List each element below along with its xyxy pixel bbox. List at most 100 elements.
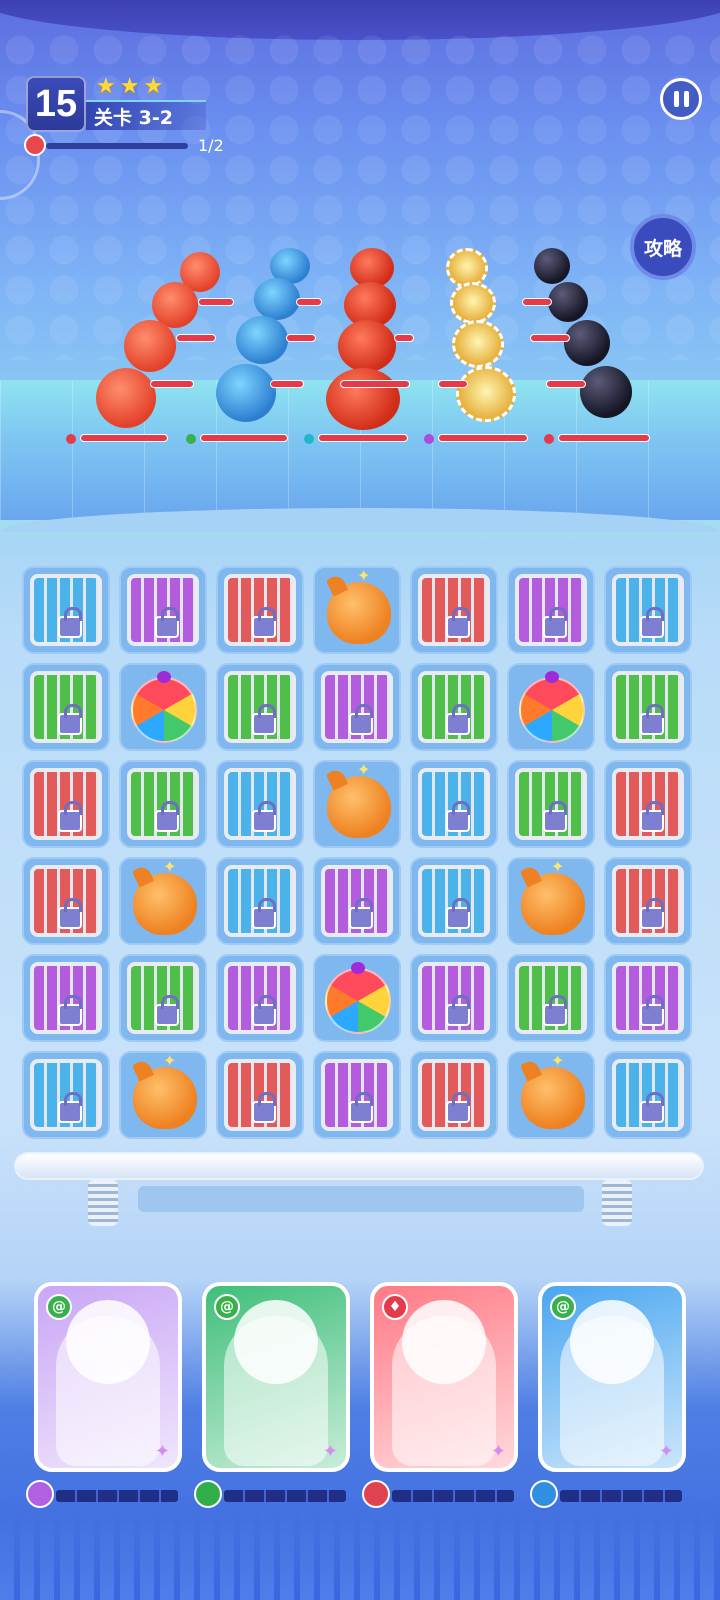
caged-tile-red[interactable]: [216, 566, 304, 654]
cage-icon: [224, 962, 296, 1034]
caged-tile-purple[interactable]: [604, 954, 692, 1042]
wave-progress-track: [46, 143, 188, 149]
bomb-tile[interactable]: [507, 1051, 595, 1139]
cat-bomb-icon: [327, 566, 391, 644]
energy-bar: [560, 1490, 682, 1502]
rainbow-ball-tile[interactable]: [507, 663, 595, 751]
red-fish-enemy: [124, 320, 176, 372]
hero-gem-icon: [362, 1480, 390, 1508]
cage-icon: [612, 1059, 684, 1131]
enemy-hp-bar: [394, 334, 414, 342]
caged-tile-green[interactable]: [216, 663, 304, 751]
caged-tile-green[interactable]: [22, 663, 110, 751]
caged-tile-red[interactable]: [410, 566, 498, 654]
sparkle-icon: ✦: [490, 1441, 506, 1462]
star-icon: ★: [143, 74, 164, 99]
caged-tile-red[interactable]: [604, 857, 692, 945]
caged-tile-purple[interactable]: [119, 566, 207, 654]
caged-tile-purple[interactable]: [507, 566, 595, 654]
cage-icon: [321, 1059, 393, 1131]
cage-icon: [418, 768, 490, 840]
rainbow-ball-icon: [519, 671, 585, 743]
hero-head: [570, 1300, 654, 1384]
caged-tile-blue[interactable]: [22, 1051, 110, 1139]
hero-card-green-knight[interactable]: @ ✦: [34, 1282, 182, 1472]
caged-tile-green[interactable]: [119, 760, 207, 848]
caged-tile-purple[interactable]: [216, 954, 304, 1042]
cat-bomb-icon: [521, 857, 585, 935]
caged-tile-purple[interactable]: [410, 954, 498, 1042]
caged-tile-purple[interactable]: [313, 663, 401, 751]
cage-icon: [612, 768, 684, 840]
lightning-element-icon: [424, 434, 434, 444]
caged-tile-purple[interactable]: [22, 954, 110, 1042]
cage-icon: [224, 574, 296, 646]
enemy-hp-bar: [530, 334, 570, 342]
caged-tile-red[interactable]: [410, 1051, 498, 1139]
hero-card-pilot-dog[interactable]: @ ✦: [202, 1282, 350, 1472]
spiked-shell-enemy: [456, 366, 516, 422]
energy-bar: [56, 1490, 178, 1502]
caged-tile-purple[interactable]: [313, 857, 401, 945]
hero-energy: [194, 1480, 354, 1510]
caged-tile-red[interactable]: [216, 1051, 304, 1139]
lock-icon: [252, 1092, 276, 1123]
caged-tile-green[interactable]: [507, 954, 595, 1042]
wind-element-icon: @: [46, 1294, 72, 1320]
caged-tile-blue[interactable]: [216, 857, 304, 945]
cage-icon: [30, 574, 102, 646]
cage-icon: [418, 962, 490, 1034]
lock-icon: [446, 995, 470, 1026]
lock-icon: [543, 607, 567, 638]
enemy-hp-bar: [340, 380, 410, 388]
caged-tile-green[interactable]: [119, 954, 207, 1042]
caged-tile-green[interactable]: [507, 760, 595, 848]
fire-element-icon: ♦: [382, 1294, 408, 1320]
caged-tile-red[interactable]: [22, 857, 110, 945]
cage-icon: [127, 962, 199, 1034]
cage-icon: [30, 1059, 102, 1131]
bomb-tile[interactable]: [119, 1051, 207, 1139]
bomb-tile[interactable]: [313, 760, 401, 848]
cat-bomb-icon: [133, 857, 197, 935]
lock-icon: [640, 607, 664, 638]
caged-tile-green[interactable]: [604, 663, 692, 751]
rainbow-ball-tile[interactable]: [313, 954, 401, 1042]
enemy-hp-bar: [522, 298, 552, 306]
enemy-hp-bar: [558, 434, 650, 442]
tray-slot: [138, 1186, 584, 1212]
cage-icon: [30, 865, 102, 937]
cage-icon: [612, 671, 684, 743]
caged-tile-blue[interactable]: [604, 1051, 692, 1139]
bomb-tile[interactable]: [119, 857, 207, 945]
hero-card-astronaut-bear[interactable]: @ ✦: [538, 1282, 686, 1472]
hero-gem-icon: [530, 1480, 558, 1508]
lock-icon: [58, 1092, 82, 1123]
caged-tile-blue[interactable]: [22, 566, 110, 654]
caged-tile-red[interactable]: [604, 760, 692, 848]
caged-tile-green[interactable]: [410, 663, 498, 751]
red-crab-enemy: [326, 368, 400, 430]
cage-icon: [515, 574, 587, 646]
rainbow-ball-tile[interactable]: [119, 663, 207, 751]
caged-tile-blue[interactable]: [604, 566, 692, 654]
enemy-hp-bar: [286, 334, 316, 342]
enemy-hp-bar: [200, 434, 288, 442]
star-icon: ★: [96, 74, 116, 99]
equalizer-decoration: [0, 1510, 720, 1600]
hero-gem-icon: [26, 1480, 54, 1508]
wave-progress-text: 1/2: [198, 136, 224, 155]
caged-tile-red[interactable]: [22, 760, 110, 848]
pause-button[interactable]: [660, 78, 702, 120]
hero-card-tennis-girl[interactable]: ♦ ✦: [370, 1282, 518, 1472]
caged-tile-blue[interactable]: [216, 760, 304, 848]
bomb-tile[interactable]: [507, 857, 595, 945]
caged-tile-blue[interactable]: [410, 857, 498, 945]
caged-tile-purple[interactable]: [313, 1051, 401, 1139]
energy-bar: [392, 1490, 514, 1502]
bomb-tile[interactable]: [313, 566, 401, 654]
lock-icon: [640, 1092, 664, 1123]
cat-bomb-icon: [521, 1051, 585, 1129]
caged-tile-blue[interactable]: [410, 760, 498, 848]
lock-icon: [446, 704, 470, 735]
